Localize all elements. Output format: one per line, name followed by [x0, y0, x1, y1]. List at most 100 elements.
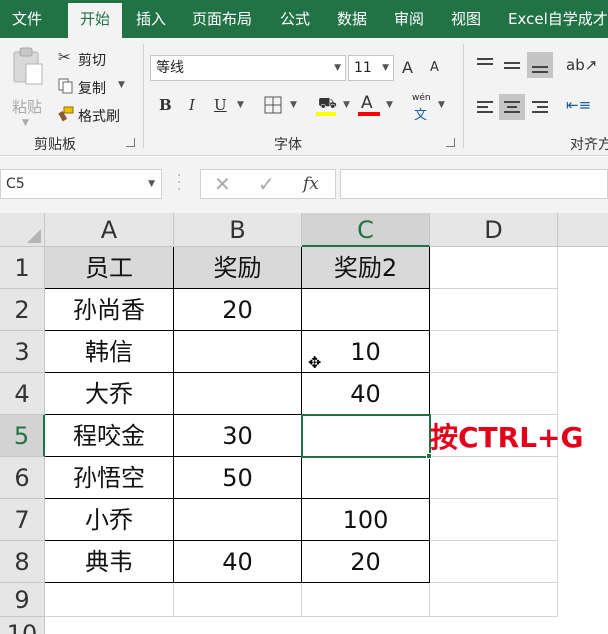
tab-view[interactable]: 视图	[451, 0, 481, 38]
tab-excel-self-study[interactable]: Excel自学成才	[508, 0, 608, 38]
table-cell[interactable]	[302, 457, 430, 499]
worksheet-grid[interactable]: A B C D 1 2 3 4 5 6 7 8 9 10 员工 奖励 奖励2 孙…	[0, 213, 608, 634]
align-left-button[interactable]	[472, 94, 498, 120]
ribbon: 粘贴 ▼ ✂ 剪切 复制 ▼ 格式刷 剪贴板 等线 ▼ 11 ▼ A A B I…	[0, 38, 608, 156]
enter-icon[interactable]: ✓	[258, 170, 275, 198]
paint-bucket-icon: ⛟	[318, 94, 337, 112]
table-cell[interactable]	[174, 373, 302, 415]
middle-align-button[interactable]	[499, 52, 525, 78]
table-cell[interactable]: 韩信	[45, 331, 174, 373]
font-size-combo[interactable]: 11 ▼	[348, 55, 394, 81]
column-header-b[interactable]: B	[174, 213, 302, 247]
cut-button[interactable]: ✂ 剪切	[58, 48, 120, 70]
tab-insert[interactable]: 插入	[136, 0, 166, 38]
font-name-combo[interactable]: 等线 ▼	[150, 55, 346, 81]
scissors-icon: ✂	[58, 48, 71, 66]
paste-button[interactable]: 粘贴 ▼	[8, 46, 48, 128]
row-header[interactable]: 8	[0, 541, 45, 583]
table-cell[interactable]	[302, 289, 430, 331]
table-cell[interactable]: 20	[302, 541, 430, 583]
tab-formulas[interactable]: 公式	[280, 0, 310, 38]
cancel-icon[interactable]: ✕	[214, 170, 231, 198]
font-color-button[interactable]: A	[358, 93, 382, 119]
font-size-value: 11	[354, 60, 372, 76]
grow-font-icon[interactable]: A	[402, 58, 413, 77]
column-header-d[interactable]: D	[430, 213, 558, 247]
insert-function-icon[interactable]: fx	[303, 170, 319, 198]
tab-file[interactable]: 文件	[12, 0, 42, 38]
tab-review[interactable]: 审阅	[394, 0, 424, 38]
tab-data[interactable]: 数据	[337, 0, 367, 38]
cell[interactable]	[430, 247, 558, 289]
align-right-button[interactable]	[527, 94, 553, 120]
cell[interactable]	[302, 583, 430, 617]
tab-page-layout[interactable]: 页面布局	[192, 0, 252, 38]
table-cell[interactable]: 大乔	[45, 373, 174, 415]
orientation-icon[interactable]: ab↗	[566, 56, 597, 74]
cell[interactable]	[174, 583, 302, 617]
row-header[interactable]: 10	[0, 617, 45, 634]
table-cell[interactable]	[174, 499, 302, 541]
cell[interactable]	[430, 289, 558, 331]
cell[interactable]	[430, 499, 558, 541]
column-header-c[interactable]: C	[302, 213, 430, 247]
table-cell[interactable]: 40	[174, 541, 302, 583]
decrease-indent-icon[interactable]: ⇤≡	[566, 96, 591, 114]
underline-button[interactable]: U	[214, 96, 227, 114]
cell[interactable]	[430, 331, 558, 373]
table-cell[interactable]: 30	[174, 415, 302, 457]
row-header[interactable]: 9	[0, 583, 45, 617]
tab-home[interactable]: 开始	[68, 3, 122, 38]
select-all-button[interactable]	[0, 213, 45, 247]
borders-icon[interactable]	[264, 96, 282, 114]
table-cell[interactable]: 20	[174, 289, 302, 331]
align-center-button[interactable]	[499, 94, 525, 120]
font-dialog-launcher-icon[interactable]	[446, 138, 455, 147]
name-box[interactable]: C5 ▼	[0, 169, 162, 199]
formula-input[interactable]	[340, 169, 608, 199]
copy-button[interactable]: 复制 ▼	[58, 76, 132, 98]
table-cell[interactable]: 100	[302, 499, 430, 541]
table-header-cell[interactable]: 员工	[45, 247, 174, 289]
splitter-dots-icon[interactable]: · · ·	[177, 169, 182, 197]
copy-icon	[58, 78, 73, 94]
column-header-a[interactable]: A	[45, 213, 174, 247]
table-cell[interactable]: 40	[302, 373, 430, 415]
row-header[interactable]: 3	[0, 331, 45, 373]
cell[interactable]	[430, 541, 558, 583]
chevron-down-icon: ▼	[438, 100, 445, 110]
fill-color-button[interactable]: ⛟	[316, 94, 340, 118]
table-cell[interactable]: 孙悟空	[45, 457, 174, 499]
table-header-cell[interactable]: 奖励	[174, 247, 302, 289]
cell[interactable]	[430, 373, 558, 415]
clipboard-dialog-launcher-icon[interactable]	[126, 138, 135, 147]
cell[interactable]	[430, 457, 558, 499]
table-cell[interactable]: 小乔	[45, 499, 174, 541]
ribbon-tab-bar: 文件 开始 插入 页面布局 公式 数据 审阅 视图 Excel自学成才	[0, 0, 608, 38]
row-header[interactable]: 2	[0, 289, 45, 331]
table-header-cell[interactable]: 奖励2	[302, 247, 430, 289]
chevron-down-icon: ▼	[334, 63, 341, 73]
cell[interactable]	[45, 583, 174, 617]
row-header[interactable]: 4	[0, 373, 45, 415]
clipboard-group-label: 剪贴板	[34, 137, 76, 153]
table-cell[interactable]: 程咬金	[45, 415, 174, 457]
italic-button[interactable]: I	[189, 96, 195, 114]
cell-cursor-icon: ✥	[308, 353, 322, 372]
row-header[interactable]: 5	[0, 415, 45, 457]
shrink-font-icon[interactable]: A	[430, 60, 439, 75]
bottom-align-button[interactable]	[527, 52, 553, 78]
table-cell[interactable]: 典韦	[45, 541, 174, 583]
row-header[interactable]: 6	[0, 457, 45, 499]
row-header[interactable]: 1	[0, 247, 45, 289]
table-cell[interactable]: 50	[174, 457, 302, 499]
top-align-button[interactable]	[472, 52, 498, 78]
row-header[interactable]: 7	[0, 499, 45, 541]
cell[interactable]	[430, 583, 558, 617]
column-header-e[interactable]	[558, 213, 608, 247]
bold-button[interactable]: B	[159, 96, 172, 114]
table-cell[interactable]: 孙尚香	[45, 289, 174, 331]
phonetic-guide-button[interactable]: wén 文	[410, 93, 434, 123]
format-painter-button[interactable]: 格式刷	[58, 104, 132, 126]
table-cell[interactable]	[174, 331, 302, 373]
